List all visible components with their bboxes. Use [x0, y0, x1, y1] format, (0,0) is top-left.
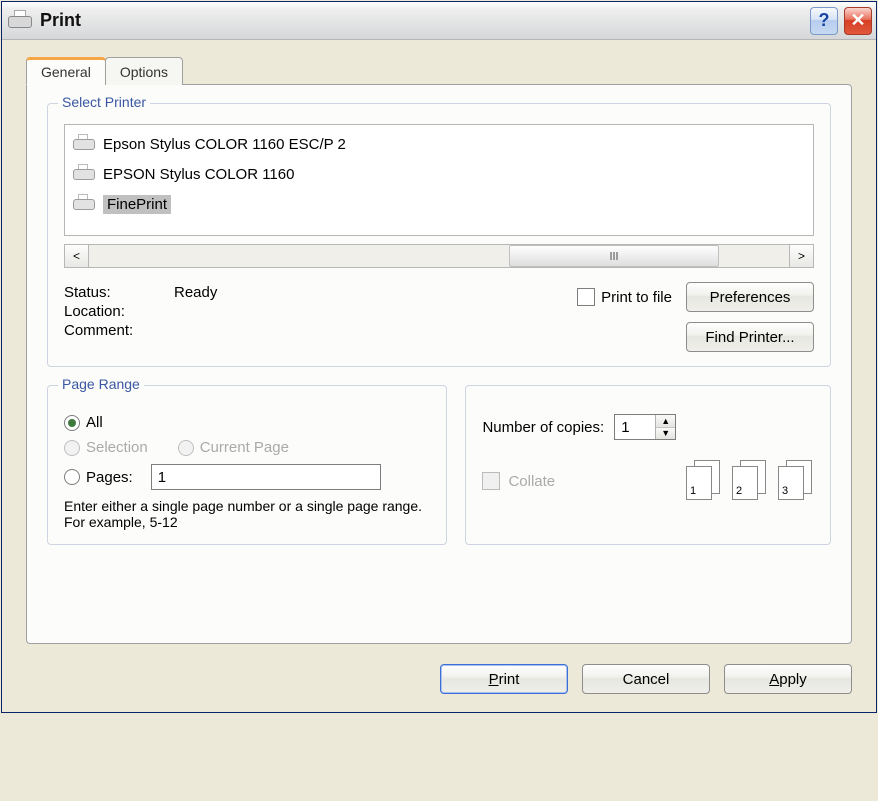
close-icon: ✕	[850, 10, 865, 31]
page-range-hint: Enter either a single page number or a s…	[64, 498, 430, 530]
sheet-front: 2	[732, 466, 758, 500]
printer-item[interactable]: Epson Stylus COLOR 1160 ESC/P 2	[73, 129, 805, 159]
titlebar: Print ? ✕	[2, 2, 876, 40]
radio-selection	[64, 440, 80, 456]
scroll-track[interactable]	[89, 245, 789, 267]
copies-label: Number of copies:	[482, 419, 604, 436]
copies-group: x Number of copies: ▲ ▼	[465, 385, 831, 545]
radio-all[interactable]	[64, 415, 80, 431]
printer-item[interactable]: EPSON Stylus COLOR 1160	[73, 159, 805, 189]
radio-pages[interactable]	[64, 469, 80, 485]
radio-all-label: All	[86, 414, 103, 431]
find-printer-button[interactable]: Find Printer...	[686, 322, 814, 352]
sheet-front: 1	[686, 466, 712, 500]
page-range-legend: Page Range	[58, 376, 144, 392]
printer-icon	[73, 194, 95, 214]
tab-general-label: General	[41, 64, 91, 80]
help-button[interactable]: ?	[810, 7, 838, 35]
spinner-up-button[interactable]: ▲	[656, 415, 675, 428]
printer-listbox[interactable]: Epson Stylus COLOR 1160 ESC/P 2 EPSON St…	[64, 124, 814, 236]
select-printer-legend: Select Printer	[58, 94, 150, 110]
print-to-file-label: Print to file	[601, 289, 672, 306]
dialog-body: General Options Select Printer Epson Sty…	[2, 40, 876, 712]
preferences-button[interactable]: Preferences	[686, 282, 814, 312]
printer-icon	[73, 164, 95, 184]
spinner-buttons: ▲ ▼	[655, 415, 675, 439]
print-to-file-checkbox[interactable]: Print to file	[577, 288, 672, 306]
print-button[interactable]: Print	[440, 664, 568, 694]
status-value: Ready	[174, 284, 217, 301]
comment-label: Comment:	[64, 322, 166, 339]
tab-options-label: Options	[120, 64, 168, 80]
tab-options[interactable]: Options	[105, 57, 183, 85]
radio-current-page	[178, 440, 194, 456]
page-pair: 2 2	[732, 460, 768, 502]
tab-page-general: Select Printer Epson Stylus COLOR 1160 E…	[26, 84, 852, 644]
location-label: Location:	[64, 303, 166, 320]
tab-general[interactable]: General	[26, 57, 106, 85]
help-icon: ?	[819, 10, 830, 31]
copies-spinner[interactable]: ▲ ▼	[614, 414, 676, 440]
page-range-group: Page Range All Selection Current Page	[47, 385, 447, 545]
printer-item[interactable]: FinePrint	[73, 189, 805, 219]
scroll-left-button[interactable]: <	[65, 245, 89, 267]
scroll-thumb[interactable]	[509, 245, 719, 267]
window-title: Print	[40, 10, 804, 31]
radio-current-page-label: Current Page	[200, 439, 289, 456]
radio-selection-label: Selection	[86, 439, 148, 456]
close-button[interactable]: ✕	[844, 7, 872, 35]
pages-input[interactable]	[151, 464, 381, 490]
page-pair: 3 3	[778, 460, 814, 502]
checkbox-icon	[577, 288, 595, 306]
printer-item-label: FinePrint	[103, 195, 171, 214]
select-printer-group: Select Printer Epson Stylus COLOR 1160 E…	[47, 103, 831, 367]
printer-icon	[73, 134, 95, 154]
collate-label: Collate	[508, 473, 555, 490]
scroll-right-button[interactable]: >	[789, 245, 813, 267]
printer-list-hscrollbar[interactable]: < >	[64, 244, 814, 268]
apply-button[interactable]: Apply	[724, 664, 852, 694]
tabstrip: General Options	[26, 57, 852, 85]
collate-checkbox	[482, 472, 500, 490]
sheet-front: 3	[778, 466, 804, 500]
printer-status-block: Status: Ready Location: Comment:	[64, 282, 563, 352]
print-dialog-window: Print ? ✕ General Options Select Printer…	[1, 1, 877, 713]
printer-item-label: Epson Stylus COLOR 1160 ESC/P 2	[103, 136, 346, 153]
copies-input[interactable]	[615, 415, 655, 439]
page-pair: 1 1	[686, 460, 722, 502]
radio-pages-label: Pages:	[86, 469, 133, 486]
status-label: Status:	[64, 284, 166, 301]
spinner-down-button[interactable]: ▼	[656, 428, 675, 440]
collate-illustration: 1 1 2 2 3 3	[686, 460, 814, 502]
cancel-button[interactable]: Cancel	[582, 664, 710, 694]
printer-icon	[8, 10, 32, 32]
printer-item-label: EPSON Stylus COLOR 1160	[103, 166, 294, 183]
footer-buttons: Print Cancel Apply	[440, 664, 852, 694]
